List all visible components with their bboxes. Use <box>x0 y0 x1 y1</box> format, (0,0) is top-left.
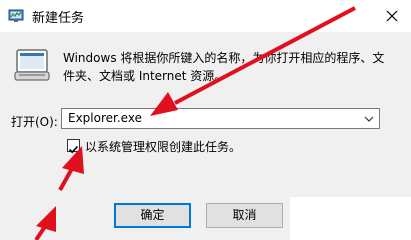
close-icon[interactable] <box>380 4 404 28</box>
cancel-button[interactable]: 取消 <box>206 203 283 228</box>
title-bar: 新建任务 <box>0 0 411 32</box>
task-manager-icon <box>8 9 24 22</box>
window-title: 新建任务 <box>32 11 85 26</box>
run-dialog-icon <box>14 49 50 81</box>
chevron-down-icon[interactable] <box>363 111 375 127</box>
ok-button[interactable]: 确定 <box>114 203 191 228</box>
dialog-description: Windows 将根据你所键入的名称，为你打开相应的程序、文件夹、文档或 Int… <box>63 51 385 83</box>
covered-browse-button <box>290 197 411 240</box>
checkmark-icon <box>68 145 79 154</box>
admin-checkbox-label: 以系统管理权限创建此任务。 <box>85 140 242 154</box>
open-combobox[interactable]: Explorer.exe <box>61 108 380 129</box>
open-label: 打开(O): <box>11 115 58 129</box>
admin-checkbox[interactable] <box>67 139 80 154</box>
open-combobox-value[interactable]: Explorer.exe <box>68 111 142 125</box>
